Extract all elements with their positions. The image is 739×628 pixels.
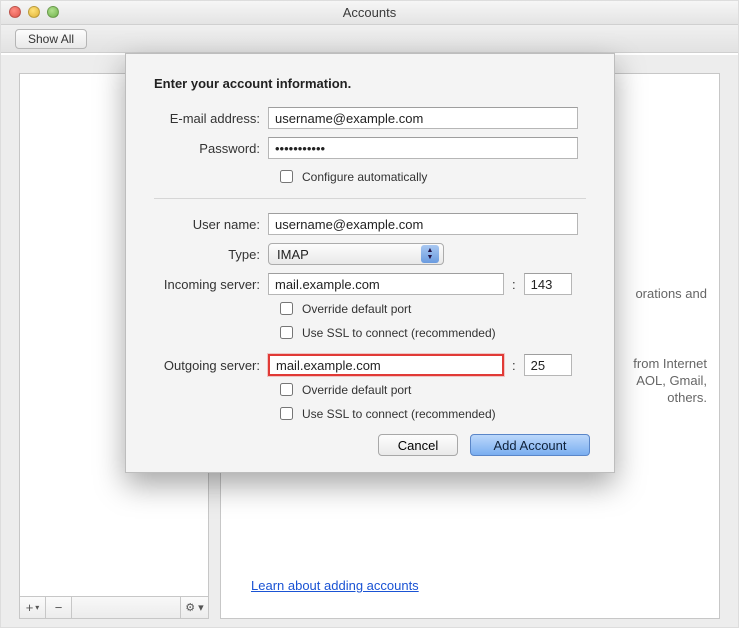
outgoing-override-port-label: Override default port xyxy=(302,383,411,397)
learn-about-accounts-link[interactable]: Learn about adding accounts xyxy=(251,578,419,593)
window-title: Accounts xyxy=(343,5,396,20)
minus-icon: − xyxy=(55,600,63,615)
show-all-button[interactable]: Show All xyxy=(15,29,87,49)
minimize-window-button[interactable] xyxy=(28,6,40,18)
outgoing-use-ssl-label: Use SSL to connect (recommended) xyxy=(302,407,496,421)
incoming-use-ssl-checkbox[interactable] xyxy=(280,326,293,339)
bg-text-2: orations and xyxy=(635,284,707,304)
incoming-server-field[interactable] xyxy=(268,273,504,295)
incoming-override-port-checkbox[interactable] xyxy=(280,302,293,315)
outgoing-server-label: Outgoing server: xyxy=(154,358,268,373)
add-account-button[interactable]: +▾ xyxy=(20,597,46,618)
gear-icon: ⚙ ▾ xyxy=(185,601,203,614)
configure-automatically-checkbox[interactable] xyxy=(280,170,293,183)
outgoing-port-field[interactable] xyxy=(524,354,572,376)
outgoing-override-port-checkbox[interactable] xyxy=(280,383,293,396)
incoming-port-field[interactable] xyxy=(524,273,572,295)
zoom-window-button[interactable] xyxy=(47,6,59,18)
plus-icon: + xyxy=(26,600,34,615)
username-label: User name: xyxy=(154,217,268,232)
titlebar: Accounts xyxy=(1,1,738,25)
preferences-window: Accounts Show All +▾ − ⚙ ▾ select an acc… xyxy=(0,0,739,628)
account-type-value: IMAP xyxy=(277,247,309,262)
accounts-list-footer: +▾ − ⚙ ▾ xyxy=(20,596,208,618)
select-chevrons-icon: ▲▼ xyxy=(421,245,439,263)
dropdown-caret-icon: ▾ xyxy=(35,603,39,612)
bg-text-3c: others. xyxy=(667,388,707,408)
footer-spacer xyxy=(72,597,180,618)
username-field[interactable] xyxy=(268,213,578,235)
type-label: Type: xyxy=(154,247,268,262)
actions-menu-button[interactable]: ⚙ ▾ xyxy=(180,597,208,618)
incoming-override-port-label: Override default port xyxy=(302,302,411,316)
window-controls xyxy=(9,6,59,18)
sheet-title: Enter your account information. xyxy=(154,76,586,91)
add-account-button-primary[interactable]: Add Account xyxy=(470,434,590,456)
divider xyxy=(154,198,586,199)
toolbar: Show All xyxy=(1,25,738,53)
email-label: E-mail address: xyxy=(154,111,268,126)
account-setup-sheet: Enter your account information. E-mail a… xyxy=(125,53,615,473)
password-field[interactable] xyxy=(268,137,578,159)
password-label: Password: xyxy=(154,141,268,156)
incoming-server-label: Incoming server: xyxy=(154,277,268,292)
incoming-use-ssl-label: Use SSL to connect (recommended) xyxy=(302,326,496,340)
email-field[interactable] xyxy=(268,107,578,129)
outgoing-server-field[interactable] xyxy=(268,354,504,376)
outgoing-use-ssl-checkbox[interactable] xyxy=(280,407,293,420)
outgoing-colon: : xyxy=(510,358,518,373)
cancel-button[interactable]: Cancel xyxy=(378,434,458,456)
close-window-button[interactable] xyxy=(9,6,21,18)
account-type-select[interactable]: IMAP ▲▼ xyxy=(268,243,444,265)
remove-account-button[interactable]: − xyxy=(46,597,72,618)
configure-automatically-label: Configure automatically xyxy=(302,170,427,184)
sheet-buttons: Cancel Add Account xyxy=(378,434,590,456)
incoming-colon: : xyxy=(510,277,518,292)
